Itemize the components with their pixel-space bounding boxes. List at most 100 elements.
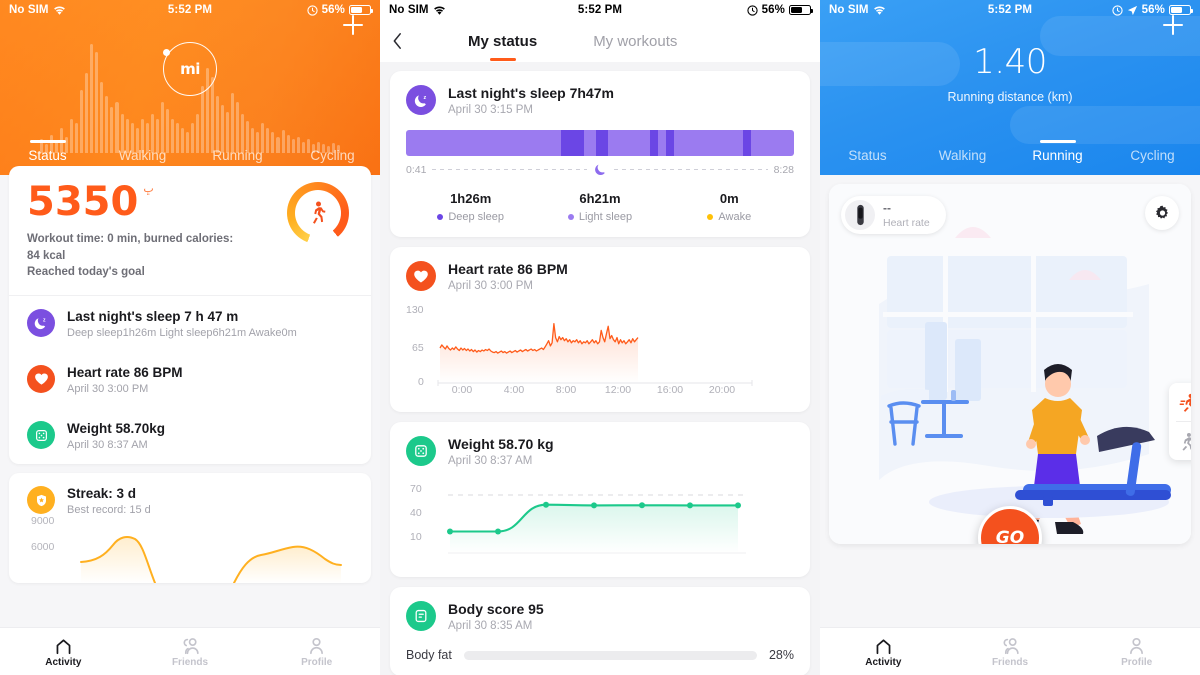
panel-mi-fit-status: No SIM 5:52 PM 56% mi Status Walking Run… bbox=[0, 0, 380, 675]
carrier-label: No SIM bbox=[9, 4, 49, 16]
sleep-stat-deep: 1h26m Deep sleep bbox=[406, 191, 535, 223]
body-score-card[interactable]: Body score 95 April 30 8:35 AM Body fat … bbox=[390, 587, 810, 675]
light-sleep-value: 6h21m bbox=[579, 191, 621, 206]
add-button-right[interactable] bbox=[1160, 12, 1186, 38]
weight-data-point bbox=[591, 502, 597, 509]
goal-status-text: Reached today's goal bbox=[27, 266, 145, 279]
steps-summary-card[interactable]: 5350 ڀ Workout time: 0 min, burned calori… bbox=[9, 166, 371, 465]
bottom-nav-profile-label-right: Profile bbox=[1121, 656, 1153, 668]
add-button[interactable] bbox=[340, 12, 366, 38]
badge-shield-icon bbox=[27, 486, 55, 515]
outdoor-run-icon bbox=[1181, 432, 1191, 451]
bottom-nav-activity-right[interactable]: Activity bbox=[820, 628, 947, 675]
sleep-detail-card[interactable]: z Last night's sleep 7h47m April 30 3:15… bbox=[390, 71, 810, 237]
streak-card[interactable]: Streak: 3 d Best record: 15 d 9000 6000 bbox=[9, 473, 371, 584]
bottom-nav-friends-right[interactable]: Friends bbox=[947, 628, 1074, 675]
bottom-nav-profile-right[interactable]: Profile bbox=[1073, 628, 1200, 675]
sleep-axis: 0:41 8:28 bbox=[406, 162, 794, 177]
report-icon bbox=[406, 601, 436, 631]
list-item-sleep-text: Last night's sleep 7 h 47 m Deep sleep1h… bbox=[67, 309, 297, 339]
back-button[interactable] bbox=[380, 32, 414, 50]
tab-my-status[interactable]: My status bbox=[462, 33, 543, 50]
weight-data-point bbox=[639, 502, 645, 509]
hr-x-tick-3: 12:00 bbox=[604, 384, 632, 396]
heart-card-text: Heart rate 86 BPM April 30 3:00 PM bbox=[448, 261, 568, 292]
sleep-axis-dash-left bbox=[432, 169, 587, 170]
streak-header: Streak: 3 d Best record: 15 d bbox=[9, 473, 371, 516]
tab-cycling[interactable]: Cycling bbox=[285, 148, 380, 167]
tab-cycling-right[interactable]: Cycling bbox=[1105, 148, 1200, 167]
weight-data-point bbox=[687, 502, 693, 509]
alarm-icon bbox=[1112, 4, 1123, 16]
heart-card-date: April 30 3:00 PM bbox=[448, 280, 534, 292]
list-item-sleep[interactable]: z Last night's sleep 7 h 47 m Deep sleep… bbox=[9, 296, 371, 352]
sleep-legend-stats: 1h26m Deep sleep 6h21m Light sleep 0m Aw… bbox=[406, 191, 794, 223]
awake-value: 0m bbox=[719, 191, 739, 206]
bottom-nav-activity-label-right: Activity bbox=[865, 656, 902, 668]
weight-title: Weight 58.70kg bbox=[67, 421, 166, 437]
mid-scroll-area[interactable]: z Last night's sleep 7h47m April 30 3:15… bbox=[380, 62, 820, 675]
bottom-nav-left: Activity Friends Profile bbox=[0, 627, 380, 675]
heart-title: Heart rate 86 BPM bbox=[67, 365, 183, 381]
sleep-hypnogram-bar bbox=[406, 130, 794, 156]
indoor-run-button[interactable] bbox=[1169, 383, 1191, 421]
outdoor-run-button[interactable] bbox=[1169, 422, 1191, 460]
tab-running[interactable]: Running bbox=[190, 148, 285, 167]
sleep-axis-dash-right bbox=[613, 169, 768, 170]
home-icon bbox=[56, 638, 71, 654]
heart-icon bbox=[406, 261, 436, 291]
tab-status-right[interactable]: Status bbox=[820, 148, 915, 167]
weight-card[interactable]: Weight 58.70 kg April 30 8:37 AM 70 40 1… bbox=[390, 422, 810, 577]
mid-tabs: My status My workouts bbox=[414, 33, 683, 50]
right-header: No SIM 5:52 PM 56% 1.40 Running distance… bbox=[820, 0, 1200, 175]
right-tabs: Status Walking Running Cycling bbox=[820, 148, 1200, 167]
list-item-weight-text: Weight 58.70kg April 30 8:37 AM bbox=[67, 421, 165, 451]
workout-summary-line2: 84 kcal bbox=[27, 249, 66, 262]
tab-status[interactable]: Status bbox=[0, 148, 95, 167]
svg-text:z: z bbox=[43, 318, 46, 324]
sleep-segment bbox=[607, 130, 651, 156]
alarm-icon bbox=[747, 4, 758, 16]
sleep-title: Last night's sleep 7 h 47 m bbox=[67, 309, 239, 325]
deep-sleep-value: 1h26m bbox=[450, 191, 492, 206]
sleep-segment bbox=[658, 130, 666, 156]
tab-running-right[interactable]: Running bbox=[1010, 148, 1105, 167]
tab-walking[interactable]: Walking bbox=[95, 148, 190, 167]
settings-button[interactable] bbox=[1145, 196, 1179, 230]
status-bar-left: No SIM bbox=[9, 4, 66, 16]
chevron-left-icon bbox=[393, 33, 401, 49]
goal-ring bbox=[287, 182, 349, 244]
panel-my-status: No SIM 5:52 PM 56% My status My workouts bbox=[380, 0, 820, 675]
sleep-segment bbox=[596, 130, 608, 156]
tab-my-workouts[interactable]: My workouts bbox=[587, 33, 683, 50]
light-sleep-dot bbox=[567, 214, 574, 220]
tab-walking-right[interactable]: Walking bbox=[915, 148, 1010, 167]
awake-dot bbox=[707, 214, 714, 220]
bottom-nav-activity[interactable]: Activity bbox=[0, 628, 127, 675]
status-bar: No SIM 5:52 PM 56% bbox=[0, 0, 380, 20]
streak-chart-svg bbox=[80, 536, 342, 584]
sleep-card-date: April 30 3:15 PM bbox=[448, 104, 534, 116]
body-fat-value: 28% bbox=[768, 648, 794, 662]
streak-subtitle: Best record: 15 d bbox=[67, 504, 151, 517]
heart-rate-chip[interactable]: -- Heart rate bbox=[841, 196, 946, 234]
weight-card-date: April 30 8:37 AM bbox=[448, 455, 533, 467]
sleep-subtitle: Deep sleep1h26m Light sleep6h21m Awake0m bbox=[67, 327, 297, 340]
hr-x-ticks: 0:00 4:00 8:00 12:00 16:00 20:00 bbox=[436, 384, 794, 396]
bottom-nav-right: Activity Friends Profile bbox=[820, 627, 1200, 675]
heart-rate-card[interactable]: Heart rate 86 BPM April 30 3:00 PM 130 6… bbox=[390, 247, 810, 412]
weight-card-title: Weight 58.70 kg bbox=[448, 436, 554, 452]
screenshot-stage: No SIM 5:52 PM 56% mi Status Walking Run… bbox=[0, 0, 1200, 675]
running-distance-label: Running distance (km) bbox=[947, 90, 1073, 104]
sleep-segment bbox=[584, 130, 597, 156]
wifi-icon bbox=[873, 6, 885, 15]
mi-logo-text: mi bbox=[180, 60, 200, 78]
weight-chart: 70 40 10 bbox=[406, 477, 794, 563]
list-item-weight[interactable]: Weight 58.70kg April 30 8:37 AM bbox=[9, 408, 371, 464]
walking-person-icon bbox=[313, 201, 326, 224]
status-bar-mid-left: No SIM bbox=[389, 4, 446, 16]
bottom-nav-profile[interactable]: Profile bbox=[253, 628, 380, 675]
list-item-heart-rate[interactable]: Heart rate 86 BPM April 30 3:00 PM bbox=[9, 352, 371, 408]
wifi-icon bbox=[433, 6, 445, 15]
bottom-nav-friends[interactable]: Friends bbox=[127, 628, 254, 675]
